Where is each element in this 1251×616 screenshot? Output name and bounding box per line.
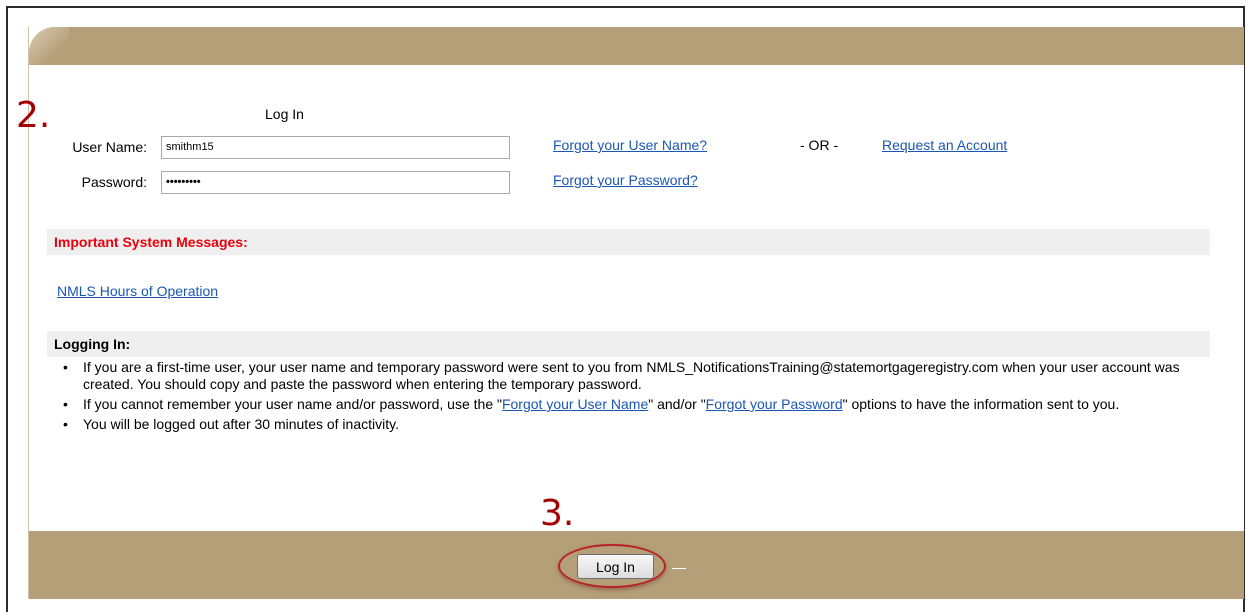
request-account-link[interactable]: Request an Account <box>882 137 1007 153</box>
password-value: ••••••••• <box>166 176 201 188</box>
cursor-icon <box>672 568 686 569</box>
bullet-marker: • <box>63 396 68 412</box>
bullet-text-prefix: If you cannot remember your user name an… <box>83 396 502 412</box>
bullet-text: If you are a first-time user, your user … <box>83 359 1180 392</box>
login-button[interactable]: Log In <box>577 554 654 579</box>
step-3-annotation: 3. <box>540 493 575 534</box>
username-value: smithm15 <box>166 141 214 153</box>
header-corner <box>29 27 69 65</box>
inline-forgot-password-link[interactable]: Forgot your Password <box>706 396 843 412</box>
forgot-username-link[interactable]: Forgot your User Name? <box>553 137 707 153</box>
or-separator: - OR - <box>800 137 839 153</box>
bullet-text-middle: " and/or " <box>648 396 706 412</box>
list-item: • If you cannot remember your user name … <box>54 396 1204 413</box>
password-label: Password: <box>81 174 147 190</box>
hours-of-operation-link[interactable]: NMLS Hours of Operation <box>57 283 218 299</box>
logging-in-header: Logging In: <box>47 331 1210 357</box>
username-input[interactable]: smithm15 <box>161 136 510 159</box>
forgot-password-link[interactable]: Forgot your Password? <box>553 172 698 188</box>
system-messages-header: Important System Messages: <box>47 229 1210 255</box>
bullet-marker: • <box>63 416 68 432</box>
step-2-annotation: 2. <box>16 95 51 136</box>
list-item: • You will be logged out after 30 minute… <box>54 416 1204 433</box>
login-panel <box>28 27 1244 599</box>
bullet-text: You will be logged out after 30 minutes … <box>83 416 399 432</box>
bullet-marker: • <box>63 359 68 375</box>
bullet-text-suffix: " options to have the information sent t… <box>842 396 1120 412</box>
logging-in-list: • If you are a first-time user, your use… <box>54 359 1204 436</box>
header-bar <box>29 27 1244 65</box>
username-label: User Name: <box>72 139 147 155</box>
inline-forgot-username-link[interactable]: Forgot your User Name <box>502 396 648 412</box>
list-item: • If you are a first-time user, your use… <box>54 359 1204 393</box>
password-input[interactable]: ••••••••• <box>161 171 510 194</box>
login-title: Log In <box>265 106 304 122</box>
